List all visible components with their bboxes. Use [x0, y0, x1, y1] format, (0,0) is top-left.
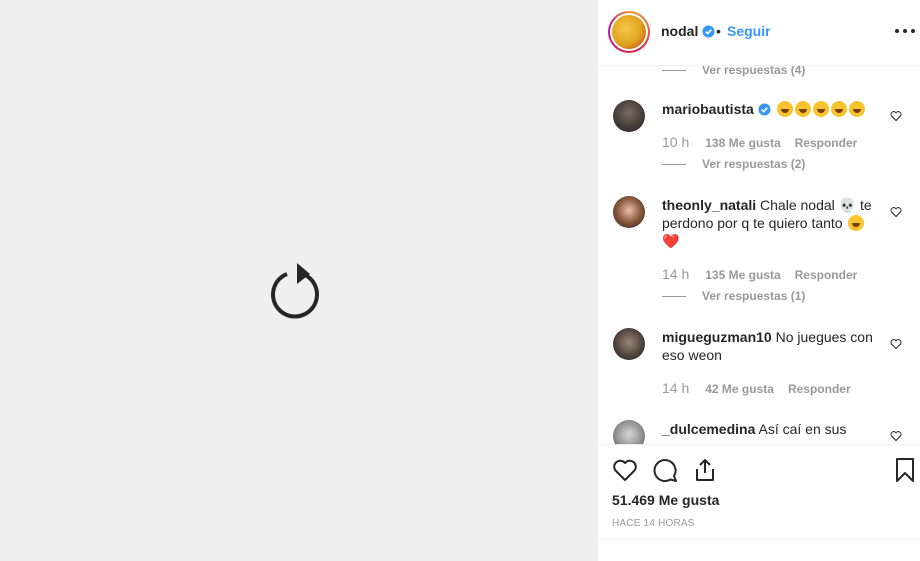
commenter-username[interactable]: migueguzman10 — [662, 329, 772, 345]
media-area — [0, 0, 597, 561]
comment-like-heart-icon[interactable] — [890, 430, 902, 442]
comment-likes[interactable]: 42 Me gusta — [705, 382, 774, 396]
comment-text: theonly_natali Chale nodal 💀 te perdono … — [662, 197, 872, 249]
commenter-username[interactable]: theonly_natali — [662, 197, 756, 213]
post-side-panel: nodal • Seguir Ver respuestas (4) mariob… — [597, 0, 920, 561]
follow-button[interactable]: Seguir — [727, 23, 771, 39]
commenter-username[interactable]: mariobautista — [662, 101, 754, 117]
laughing-emoji-icon — [848, 215, 865, 231]
comment-meta: 14 h 135 Me gusta Responder — [662, 266, 871, 282]
bookmark-icon[interactable] — [892, 457, 918, 483]
comment-like-heart-icon[interactable] — [890, 338, 902, 350]
reply-button[interactable]: Responder — [795, 268, 858, 282]
likes-count[interactable]: 51.469 Me gusta — [612, 492, 719, 508]
comment-likes[interactable]: 135 Me gusta — [705, 268, 780, 282]
view-replies-link[interactable]: Ver respuestas (2) — [662, 157, 805, 171]
reply-button[interactable]: Responder — [788, 382, 851, 396]
share-icon[interactable] — [692, 457, 718, 483]
author-avatar[interactable] — [608, 11, 650, 53]
view-replies-link[interactable]: Ver respuestas (4) — [662, 66, 805, 77]
header-separator: • — [716, 23, 721, 39]
laughing-emoji-icon — [812, 101, 829, 117]
commenter-avatar[interactable] — [613, 100, 645, 132]
comment-time: 14 h — [662, 380, 690, 396]
laughing-emoji-icon — [794, 101, 811, 117]
more-options-icon[interactable] — [894, 26, 916, 36]
post-actions-bar: 51.469 Me gusta HACE 14 HORAS — [598, 444, 920, 540]
laughing-emoji-icon — [830, 101, 847, 117]
laughing-emoji-icon — [848, 101, 865, 117]
comment-icon[interactable] — [652, 457, 678, 483]
commenter-avatar[interactable] — [613, 196, 645, 228]
view-replies-link[interactable]: Ver respuestas (1) — [662, 289, 805, 303]
comments-list[interactable]: Ver respuestas (4) mariobautista 10 h 138… — [598, 66, 920, 444]
comment-time: 14 h — [662, 266, 690, 282]
author-username[interactable]: nodal — [661, 23, 715, 39]
commenter-username[interactable]: _dulcemedina — [662, 421, 755, 437]
comment-time: 10 h — [662, 134, 690, 150]
post-timestamp: HACE 14 HORAS — [612, 518, 695, 529]
comment-like-heart-icon[interactable] — [890, 206, 902, 218]
comment-like-heart-icon[interactable] — [890, 110, 902, 122]
comment-meta: 10 h 138 Me gusta Responder — [662, 134, 871, 150]
verified-badge-icon — [758, 103, 771, 116]
divider — [598, 539, 920, 540]
reply-button[interactable]: Responder — [795, 136, 858, 150]
post-header: nodal • Seguir — [598, 0, 920, 66]
commenter-avatar[interactable] — [613, 420, 645, 444]
verified-badge-icon — [702, 25, 715, 38]
comment-meta: 14 h 42 Me gusta Responder — [662, 380, 865, 396]
comment-text: _dulcemedina Así caí en sus — [662, 421, 847, 437]
commenter-avatar[interactable] — [613, 328, 645, 360]
comment-text: mariobautista — [662, 100, 865, 118]
reload-icon[interactable] — [266, 262, 324, 320]
comment-text: migueguzman10 No juegues con eso weon — [662, 329, 873, 363]
laughing-emoji-icon — [776, 101, 793, 117]
comment-likes[interactable]: 138 Me gusta — [705, 136, 780, 150]
heart-icon[interactable] — [612, 457, 638, 483]
